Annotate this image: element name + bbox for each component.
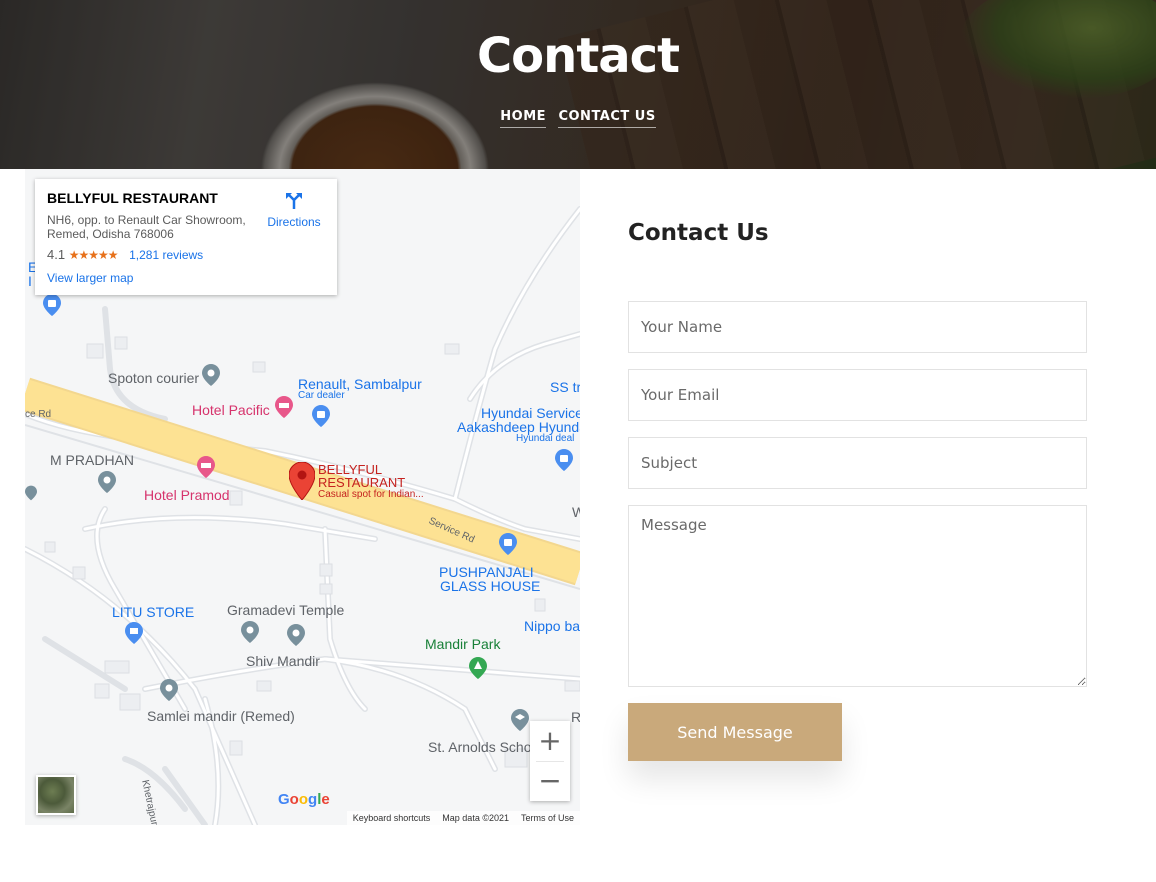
map-pin-pushpanjali-icon[interactable]: [499, 533, 517, 555]
map-label-hotel-pramod[interactable]: Hotel Pramod: [144, 487, 230, 503]
breadcrumb: HOME CONTACT US: [0, 107, 1156, 128]
google-logo-letter: g: [308, 791, 318, 808]
map-pin-edge-icon[interactable]: [43, 294, 61, 316]
google-logo: Google: [278, 791, 330, 808]
google-logo-letter: o: [298, 791, 309, 808]
directions-icon: [286, 193, 302, 209]
map-pin-mandir-park-icon[interactable]: [469, 657, 487, 679]
map-place-card: BELLYFUL RESTAURANT NH6, opp. to Renault…: [35, 179, 337, 295]
map-label-shiv-mandir[interactable]: Shiv Mandir: [246, 653, 320, 669]
contact-form-title: Contact Us: [628, 220, 769, 246]
map-footer: Keyboard shortcuts Map data ©2021 Terms …: [346, 811, 580, 825]
map-sublabel-bellyful: Casual spot for Indian...: [318, 489, 424, 500]
hero-banner: Contact HOME CONTACT US: [0, 0, 1156, 169]
map-label-hotel-pacific[interactable]: Hotel Pacific: [192, 402, 270, 418]
map-pin-school-icon[interactable]: [511, 709, 529, 731]
map-pin-hotel-pacific-icon[interactable]: [275, 396, 293, 418]
map-data-credit: Map data ©2021: [442, 813, 509, 823]
map-sublabel-hyundai: Hyundai deal: [516, 433, 575, 444]
map-pin-gramadevi-icon[interactable]: [241, 621, 259, 643]
email-input[interactable]: [628, 369, 1087, 421]
page-title: Contact: [476, 28, 680, 84]
map-pin-hyundai-icon[interactable]: [555, 449, 573, 471]
map-label-mandir-park[interactable]: Mandir Park: [425, 636, 500, 652]
name-input[interactable]: [628, 301, 1087, 353]
view-larger-map-link[interactable]: View larger map: [47, 271, 133, 285]
map-label-gramadevi[interactable]: Gramadevi Temple: [227, 602, 344, 618]
zoom-out-button[interactable]: −: [530, 761, 570, 801]
subject-input[interactable]: [628, 437, 1087, 489]
map-pin-renault-icon[interactable]: [312, 405, 330, 427]
map-label-samlei[interactable]: Samlei mandir (Remed): [147, 708, 295, 724]
terms-of-use-link[interactable]: Terms of Use: [521, 813, 574, 823]
breadcrumb-contact-link[interactable]: CONTACT US: [558, 109, 656, 128]
directions-label: Directions: [267, 215, 321, 229]
zoom-in-button[interactable]: +: [530, 721, 570, 761]
reviews-link[interactable]: 1,281 reviews: [129, 248, 203, 262]
place-card-rating: 4.1 ★★★★★ 1,281 reviews: [47, 247, 325, 262]
message-textarea[interactable]: [628, 505, 1087, 687]
zoom-divider: [536, 761, 564, 762]
directions-button[interactable]: Directions: [261, 191, 327, 229]
send-message-button[interactable]: Send Message: [628, 703, 842, 761]
rating-stars-icon: ★★★★★: [68, 248, 119, 262]
map-edge-label-r: R: [571, 709, 580, 725]
place-card-address: NH6, opp. to Renault Car Showroom, Remed…: [47, 213, 246, 241]
map-pin-spoton-icon[interactable]: [202, 364, 220, 386]
breadcrumb-home-link[interactable]: HOME: [500, 109, 547, 128]
map-label-ss[interactable]: SS tr: [550, 379, 580, 395]
map-label-nippo[interactable]: Nippo ba: [524, 618, 580, 634]
map-sublabel-renault: Car dealer: [298, 390, 345, 401]
map-pin-samlei-icon[interactable]: [160, 679, 178, 701]
map-edge-label-i: I: [28, 273, 32, 289]
map-zoom-controls: + −: [530, 721, 570, 801]
map-pin-edge-left-icon[interactable]: [25, 482, 37, 504]
map-label-bellyful-2[interactable]: RESTAURANT: [318, 475, 405, 490]
google-logo-letter: o: [289, 791, 299, 808]
google-logo-letter: e: [321, 791, 330, 808]
hero-overlay: [0, 0, 1156, 169]
map-label-st-arnolds[interactable]: St. Arnolds Scho: [428, 739, 532, 755]
map-edge-label-w: W: [572, 504, 580, 520]
map-pin-hotel-pramod-icon[interactable]: [197, 456, 215, 478]
google-logo-letter: G: [278, 791, 290, 808]
map-pin-litu-icon[interactable]: [125, 622, 143, 644]
map-label-m-pradhan[interactable]: M PRADHAN: [50, 452, 134, 468]
rating-value: 4.1: [47, 247, 66, 262]
map-pin-shiv-mandir-icon[interactable]: [287, 624, 305, 646]
map-road-label-ce: ce Rd: [25, 409, 52, 420]
map-label-spoton[interactable]: Spoton courier: [108, 370, 199, 386]
embedded-map[interactable]: Spoton courier Renault, Sambalpur Car de…: [25, 169, 580, 825]
satellite-view-toggle[interactable]: [36, 775, 76, 815]
map-pin-m-pradhan-icon[interactable]: [98, 471, 116, 493]
map-pin-bellyful-icon[interactable]: [289, 462, 315, 500]
keyboard-shortcuts-link[interactable]: Keyboard shortcuts: [353, 813, 431, 823]
map-label-litu[interactable]: LITU STORE: [112, 604, 194, 620]
map-label-pushpanjali-2[interactable]: GLASS HOUSE: [440, 578, 540, 594]
